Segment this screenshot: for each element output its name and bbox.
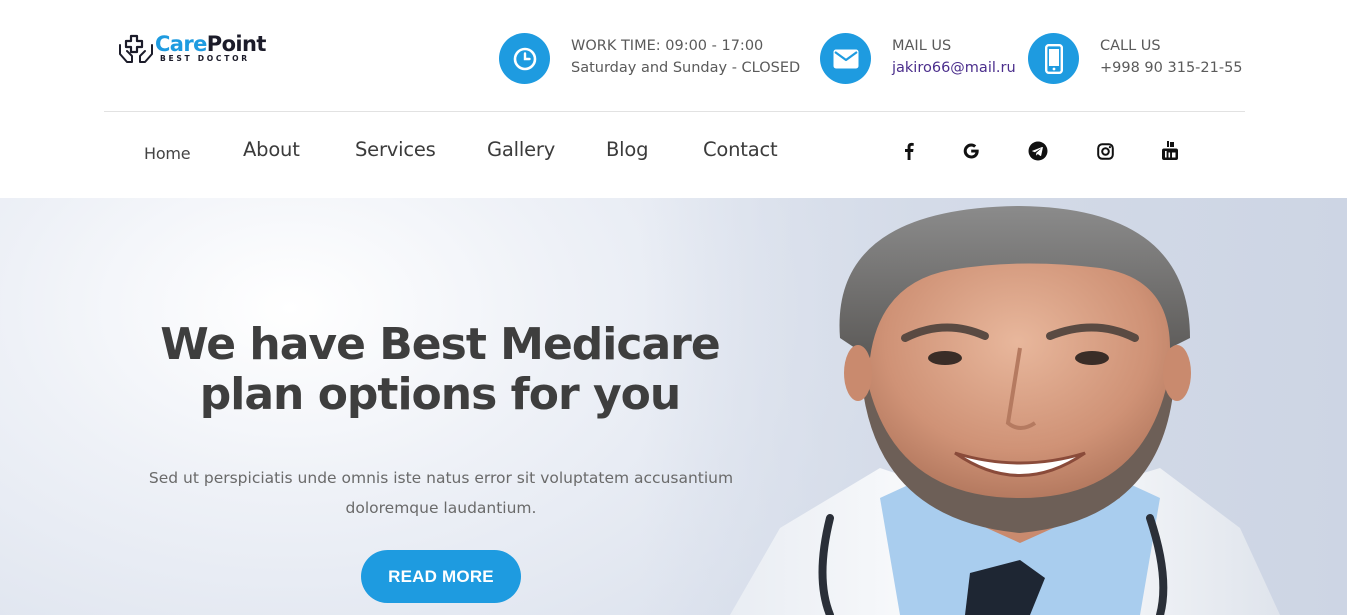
clock-icon: [499, 33, 550, 84]
nav-contact[interactable]: Contact: [703, 138, 778, 161]
call-title: CALL US: [1100, 38, 1161, 54]
youtube-icon[interactable]: [1158, 139, 1182, 163]
hero-title-line2: plan options for you: [199, 369, 681, 420]
read-more-button[interactable]: READ MORE: [361, 550, 521, 603]
nav-blog[interactable]: Blog: [606, 138, 649, 161]
top-header: CarePoint BEST DOCTOR WORK TIME: 09:00 -…: [0, 0, 1347, 112]
hero-description-line2: doloremque laudantium.: [345, 499, 537, 517]
brand-name-part1: Care: [155, 32, 207, 56]
medical-hands-icon: [119, 34, 153, 63]
nav-gallery[interactable]: Gallery: [487, 138, 555, 161]
telegram-icon[interactable]: [1026, 139, 1050, 163]
facebook-icon[interactable]: [897, 139, 921, 163]
doctor-photo: [730, 206, 1280, 615]
hero-description-line1: Sed ut perspiciatis unde omnis iste natu…: [148, 469, 734, 487]
logo[interactable]: CarePoint BEST DOCTOR: [118, 30, 288, 70]
work-time-title: WORK TIME: 09:00 - 17:00: [571, 38, 764, 54]
hero-section: We have Best Medicare plan options for y…: [0, 198, 1347, 615]
mail-link[interactable]: jakiro66@mail.ru: [892, 60, 1016, 76]
hero-description: Sed ut perspiciatis unde omnis iste natu…: [110, 463, 772, 523]
hero-title-line1: We have Best Medicare: [160, 319, 720, 370]
instagram-icon[interactable]: [1093, 139, 1117, 163]
brand-name-part2: Point: [206, 32, 267, 56]
google-icon[interactable]: [959, 139, 983, 163]
mail-title: MAIL US: [892, 38, 952, 54]
nav-home[interactable]: Home: [144, 144, 191, 163]
work-time-detail: Saturday and Sunday - CLOSED: [571, 60, 801, 76]
main-nav: Home About Services Gallery Blog Contact: [0, 112, 1347, 198]
nav-services[interactable]: Services: [355, 138, 436, 161]
brand-tagline: BEST DOCTOR: [160, 54, 250, 63]
hero-title: We have Best Medicare plan options for y…: [120, 320, 760, 420]
envelope-icon: [820, 33, 871, 84]
nav-about[interactable]: About: [243, 138, 300, 161]
call-number[interactable]: +998 90 315-21-55: [1100, 57, 1243, 79]
phone-icon: [1028, 33, 1079, 84]
